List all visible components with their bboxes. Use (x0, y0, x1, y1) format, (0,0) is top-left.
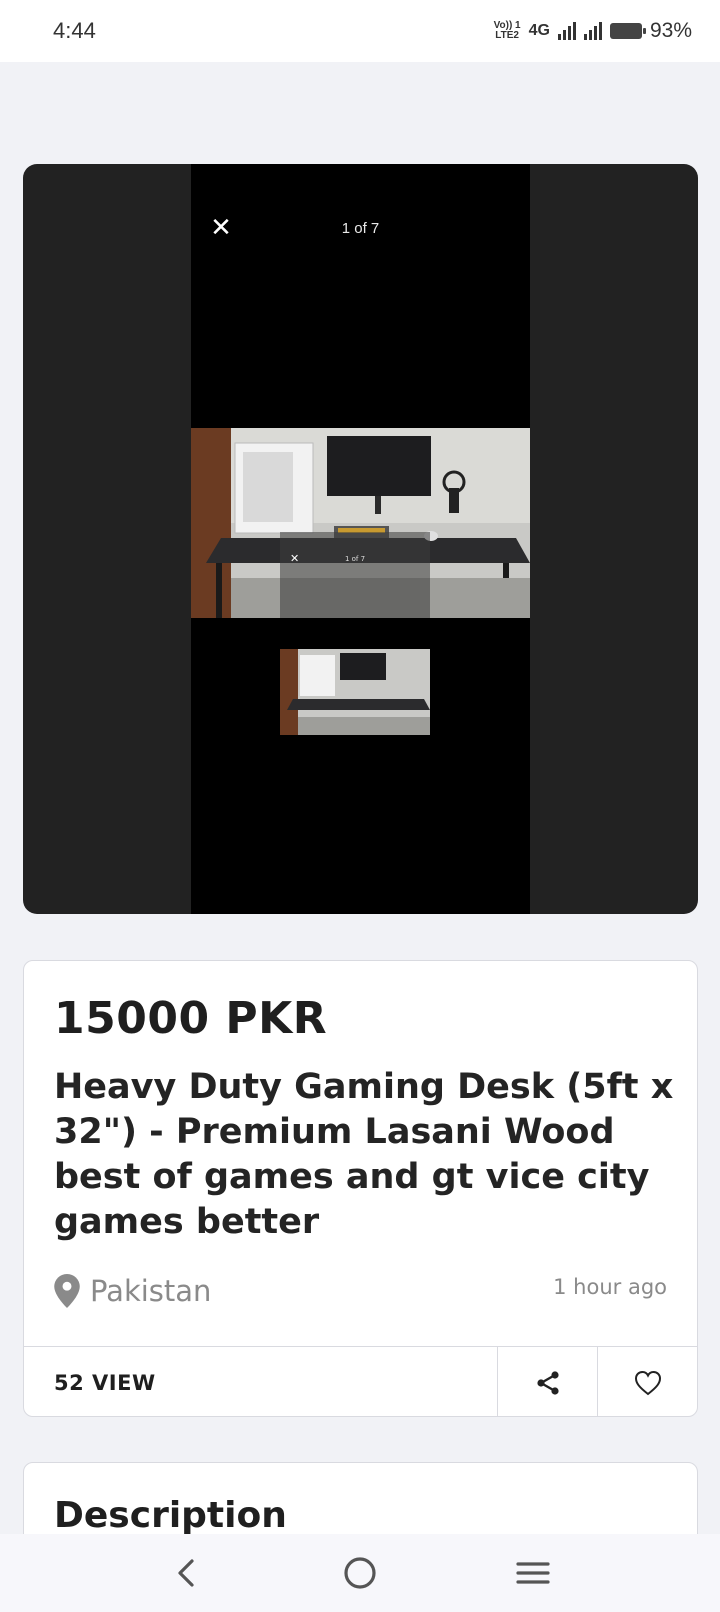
posted-time: 1 hour ago (553, 1275, 667, 1299)
battery-percentage: 93% (649, 19, 692, 42)
image-counter: 1 of 7 (341, 220, 380, 237)
recents-button[interactable] (503, 1543, 563, 1603)
status-time: 4:44 (53, 18, 96, 43)
listing-card: 15000 PKR Heavy Duty Gaming Desk (5ft x … (23, 960, 698, 1417)
signal-icon (583, 22, 602, 40)
back-icon (178, 1559, 194, 1587)
image-viewer: ✕ 1 of 7 ✕ 1 of 7 (191, 164, 530, 914)
status-bar: 4:44 Vo)) 1 LTE2 4G 93% (0, 0, 720, 62)
screenshot-overlay: ✕ 1 of 7 (280, 532, 430, 618)
status-icons: Vo)) 1 LTE2 4G 93% (494, 19, 692, 43)
volte-indicator: Vo)) 1 LTE2 (493, 20, 521, 41)
location-pin-icon (54, 1274, 80, 1308)
signal-icon (557, 22, 576, 40)
share-icon (536, 1370, 559, 1395)
listing-thumbnail[interactable] (280, 649, 430, 735)
listing-title: Heavy Duty Gaming Desk (5ft x 32") - Pre… (54, 1067, 674, 1242)
home-icon (344, 1557, 376, 1589)
location-text: Pakistan (90, 1274, 212, 1308)
favorite-button[interactable] (597, 1347, 697, 1416)
heart-icon (634, 1370, 661, 1395)
description-heading: Description (54, 1495, 287, 1536)
listing-price: 15000 PKR (54, 993, 328, 1044)
network-type: 4G (528, 22, 550, 39)
share-button[interactable] (497, 1347, 597, 1416)
battery-icon (609, 23, 646, 39)
image-gallery[interactable]: ✕ 1 of 7 ✕ 1 of 7 (23, 164, 698, 914)
back-button[interactable] (157, 1543, 217, 1603)
listing-actions: 52 VIEW (24, 1346, 697, 1416)
menu-icon (516, 1562, 550, 1584)
home-button[interactable] (330, 1543, 390, 1603)
view-count: 52 VIEW (54, 1370, 156, 1395)
listing-location: Pakistan (54, 1274, 211, 1308)
system-nav-bar (0, 1534, 720, 1612)
